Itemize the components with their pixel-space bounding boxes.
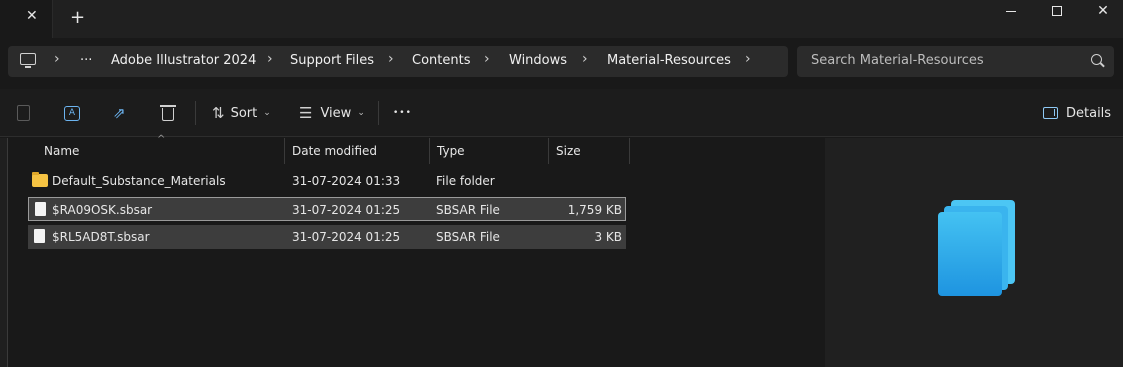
view-button[interactable]: ☰ View ⌄	[299, 102, 365, 124]
table-row[interactable]: $RL5AD8T.sbsar 31-07-2024 01:25 SBSAR Fi…	[28, 225, 626, 249]
rename-button[interactable]: A	[64, 102, 80, 124]
maximize-button[interactable]	[1034, 0, 1080, 22]
multiple-files-icon	[938, 212, 1002, 296]
explorer-tab[interactable]: ✕	[0, 0, 53, 38]
preview-pane	[825, 138, 1123, 367]
chevron-right-icon[interactable]: ›	[267, 51, 273, 67]
file-name: Default_Substance_Materials	[52, 174, 226, 188]
chevron-right-icon[interactable]: ›	[54, 51, 60, 67]
details-pane-icon	[1043, 107, 1058, 119]
chevron-right-icon[interactable]: ›	[388, 51, 394, 67]
file-size: 3 KB	[594, 230, 622, 244]
breadcrumb-material-resources[interactable]: Material-Resources	[607, 53, 731, 68]
chevron-down-icon: ⌄	[263, 108, 271, 118]
more-options-button[interactable]: •••	[393, 102, 412, 124]
details-label: Details	[1066, 105, 1112, 121]
breadcrumb-adobe-illustrator[interactable]: Adobe Illustrator 2024	[111, 53, 256, 68]
file-date: 31-07-2024 01:25	[292, 203, 401, 217]
chevron-down-icon: ⌄	[357, 108, 365, 118]
column-size-label: Size	[556, 144, 581, 158]
minimize-button[interactable]	[988, 0, 1034, 22]
file-type: SBSAR File	[436, 230, 500, 244]
minimize-icon	[1006, 10, 1016, 12]
file-date: 31-07-2024 01:25	[292, 230, 401, 244]
details-button[interactable]: Details	[1043, 102, 1111, 124]
share-button[interactable]: ⇗	[113, 102, 129, 124]
title-bar: ✕ + ✕	[0, 0, 1123, 38]
close-window-button[interactable]: ✕	[1080, 0, 1123, 22]
column-header-type[interactable]: Type	[431, 138, 549, 164]
column-header-date[interactable]: Date modified	[286, 138, 430, 164]
file-name: $RA09OSK.sbsar	[52, 203, 153, 217]
folder-icon	[32, 172, 48, 187]
delete-button[interactable]	[160, 102, 176, 124]
file-name: $RL5AD8T.sbsar	[52, 230, 150, 244]
sort-icon: ⇅	[212, 104, 225, 122]
sort-label: Sort	[230, 105, 258, 121]
navigation-row: › ··· Adobe Illustrator 2024 › Support F…	[0, 38, 1123, 89]
breadcrumb-contents[interactable]: Contents	[412, 53, 470, 68]
close-icon: ✕	[1097, 3, 1109, 19]
new-tab-button[interactable]: +	[70, 7, 85, 28]
search-box[interactable]: Search Material-Resources	[797, 46, 1114, 77]
file-icon	[35, 202, 46, 216]
column-name-label: Name	[44, 144, 80, 158]
rename-icon: A	[64, 105, 80, 121]
share-icon: ⇗	[113, 104, 126, 122]
file-list[interactable]: ^ Name Date modified Type Size Default_S…	[0, 134, 825, 367]
chevron-right-icon[interactable]: ›	[745, 51, 751, 67]
column-header-name[interactable]: Name	[38, 138, 285, 164]
search-input[interactable]: Search Material-Resources	[811, 53, 984, 68]
file-size: 1,759 KB	[567, 203, 622, 217]
table-row[interactable]: $RA09OSK.sbsar 31-07-2024 01:25 SBSAR Fi…	[28, 197, 626, 221]
breadcrumb-overflow[interactable]: ···	[80, 53, 92, 68]
command-bar: A ⇗ ⇅ Sort ⌄ ☰ View ⌄ ••• Details	[0, 89, 1123, 137]
tab-close-icon[interactable]: ✕	[26, 8, 38, 24]
search-icon[interactable]	[1091, 54, 1102, 65]
file-type: SBSAR File	[436, 203, 500, 217]
trash-icon	[160, 105, 176, 121]
breadcrumb-support-files[interactable]: Support Files	[290, 53, 374, 68]
address-bar[interactable]: › ··· Adobe Illustrator 2024 › Support F…	[8, 46, 788, 77]
file-icon	[34, 229, 45, 243]
this-pc-icon[interactable]	[20, 53, 36, 68]
maximize-icon	[1052, 6, 1062, 16]
divider	[378, 101, 379, 125]
column-date-label: Date modified	[292, 144, 378, 158]
view-label: View	[320, 105, 352, 121]
divider	[195, 101, 196, 125]
breadcrumb-windows[interactable]: Windows	[509, 53, 567, 68]
more-icon: •••	[393, 108, 412, 118]
sort-button[interactable]: ⇅ Sort ⌄	[212, 102, 271, 124]
view-icon: ☰	[299, 104, 313, 122]
paste-button[interactable]	[17, 102, 30, 124]
column-header-size[interactable]: Size	[550, 138, 630, 164]
navigation-pane-edge[interactable]	[0, 138, 8, 367]
clipboard-icon	[17, 105, 30, 121]
chevron-right-icon[interactable]: ›	[484, 51, 490, 67]
file-type: File folder	[436, 174, 495, 188]
column-type-label: Type	[437, 144, 465, 158]
table-row[interactable]: Default_Substance_Materials 31-07-2024 0…	[28, 169, 626, 193]
file-date: 31-07-2024 01:33	[292, 174, 401, 188]
chevron-right-icon[interactable]: ›	[582, 51, 588, 67]
